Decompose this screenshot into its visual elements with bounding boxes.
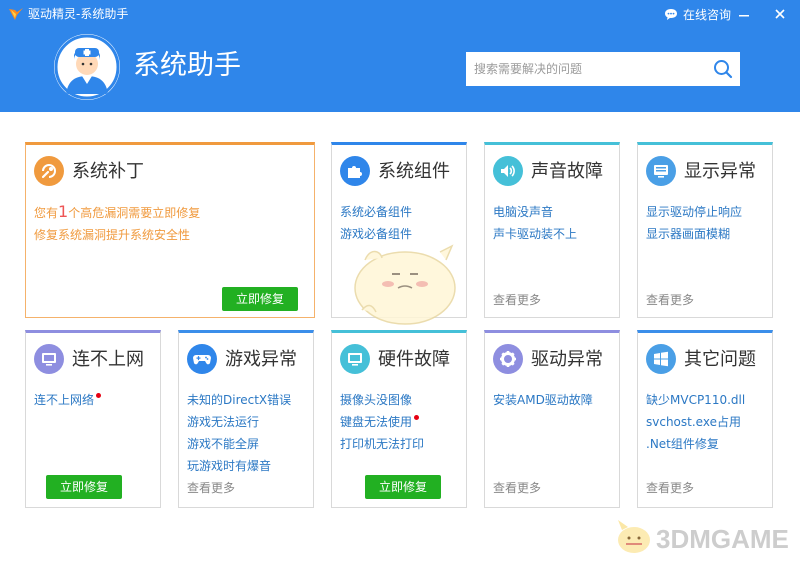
- card-title: 游戏异常: [225, 349, 297, 370]
- item-list: 显示驱动停止响应 显示器画面模糊: [646, 201, 742, 245]
- watermark: 3DMGAME: [612, 510, 800, 560]
- online-consult-link[interactable]: 在线咨询: [664, 6, 731, 22]
- card-hardware: 硬件故障 摄像头没图像 键盘无法使用 打印机无法打印 立即修复: [331, 330, 467, 508]
- search-icon: [714, 60, 733, 79]
- card-sound-fault: 声音故障 电脑没声音 声卡驱动装不上 查看更多: [484, 142, 620, 318]
- chat-bubble-icon: [665, 8, 677, 20]
- search-button[interactable]: [712, 58, 734, 80]
- card-display-fault: 显示异常 显示驱动停止响应 显示器画面模糊 查看更多: [637, 142, 773, 318]
- list-item[interactable]: 游戏不能全屏: [187, 433, 291, 455]
- list-item[interactable]: 未知的DirectX错误: [187, 389, 291, 411]
- speaker-icon: [493, 156, 523, 186]
- card-network: 连不上网 连不上网络 立即修复: [25, 330, 161, 508]
- gamepad-icon: [187, 344, 217, 374]
- search-box: [466, 52, 740, 86]
- list-item[interactable]: 游戏无法运行: [187, 411, 291, 433]
- online-consult-label: 在线咨询: [683, 7, 732, 22]
- close-icon: [775, 9, 785, 19]
- view-more-link[interactable]: 查看更多: [187, 479, 235, 496]
- card-title: 系统组件: [378, 161, 450, 182]
- list-item[interactable]: 安装AMD驱动故障: [493, 389, 593, 411]
- card-game: 游戏异常 未知的DirectX错误 游戏无法运行 游戏不能全屏 玩游戏时有爆音 …: [178, 330, 314, 508]
- patch-warning-text: 您有1个高危漏洞需要立即修复: [34, 202, 201, 221]
- hardware-icon: [340, 344, 370, 374]
- monitor-icon: [646, 156, 676, 186]
- card-title: 连不上网: [72, 349, 144, 370]
- computer-icon: [34, 344, 64, 374]
- watermark-text: 3DMGAME: [656, 524, 789, 554]
- page-title: 系统助手: [133, 50, 241, 81]
- alert-dot: [96, 393, 102, 398]
- list-item[interactable]: svchost.exe占用: [646, 411, 745, 433]
- list-item[interactable]: 键盘无法使用: [340, 411, 424, 433]
- fix-now-button[interactable]: 立即修复: [46, 475, 122, 499]
- doctor-avatar: [54, 34, 120, 100]
- list-item[interactable]: 缺少MVCP110.dll: [646, 389, 745, 411]
- item-list: 未知的DirectX错误 游戏无法运行 游戏不能全屏 玩游戏时有爆音: [187, 389, 291, 477]
- card-title: 显示异常: [684, 161, 756, 182]
- mascot-illustration: [340, 230, 470, 330]
- view-more-link[interactable]: 查看更多: [646, 479, 694, 496]
- alert-dot: [414, 415, 420, 420]
- fix-now-button[interactable]: 立即修复: [365, 475, 441, 499]
- header-banner: 驱动精灵-系统助手 在线咨询 系统助手: [0, 0, 800, 112]
- item-list: 安装AMD驱动故障: [493, 389, 593, 411]
- windows-icon: [646, 344, 676, 374]
- card-system-patch: 系统补丁 您有1个高危漏洞需要立即修复 修复系统漏洞提升系统安全性 立即修复: [25, 142, 315, 318]
- list-item[interactable]: 声卡驱动装不上: [493, 223, 577, 245]
- list-item[interactable]: 玩游戏时有爆音: [187, 455, 291, 477]
- fix-now-button[interactable]: 立即修复: [222, 287, 298, 311]
- list-item[interactable]: 连不上网络: [34, 389, 102, 411]
- item-list: 缺少MVCP110.dll svchost.exe占用 .Net组件修复: [646, 389, 745, 455]
- item-list: 连不上网络: [34, 389, 102, 411]
- app-logo-icon: [8, 6, 24, 22]
- vulnerability-count: 1: [58, 202, 69, 221]
- patch-description: 修复系统漏洞提升系统安全性: [34, 228, 191, 242]
- close-button[interactable]: [770, 4, 790, 24]
- patch-info: 您有1个高危漏洞需要立即修复 修复系统漏洞提升系统安全性: [34, 201, 200, 246]
- card-other: 其它问题 缺少MVCP110.dll svchost.exe占用 .Net组件修…: [637, 330, 773, 508]
- patch-icon: [34, 156, 64, 186]
- list-item[interactable]: 显示器画面模糊: [646, 223, 742, 245]
- item-list: 摄像头没图像 键盘无法使用 打印机无法打印: [340, 389, 424, 455]
- list-item[interactable]: 系统必备组件: [340, 201, 412, 223]
- card-title: 驱动异常: [531, 349, 603, 370]
- minimize-button[interactable]: [734, 4, 754, 24]
- list-item[interactable]: 摄像头没图像: [340, 389, 424, 411]
- view-more-link[interactable]: 查看更多: [646, 291, 694, 308]
- card-title: 其它问题: [684, 349, 756, 370]
- card-title: 系统补丁: [72, 161, 144, 182]
- title-bar: 驱动精灵-系统助手 在线咨询: [0, 0, 800, 28]
- card-driver: 驱动异常 安装AMD驱动故障 查看更多: [484, 330, 620, 508]
- list-item[interactable]: 打印机无法打印: [340, 433, 424, 455]
- mascot-bird-icon: [354, 244, 456, 325]
- list-item[interactable]: .Net组件修复: [646, 433, 745, 455]
- gear-icon: [493, 344, 523, 374]
- card-title: 硬件故障: [378, 349, 450, 370]
- doctor-icon: [54, 34, 120, 100]
- list-item[interactable]: 显示驱动停止响应: [646, 201, 742, 223]
- card-title: 声音故障: [531, 161, 603, 182]
- window-title: 驱动精灵-系统助手: [28, 7, 129, 21]
- view-more-link[interactable]: 查看更多: [493, 479, 541, 496]
- minimize-icon: [739, 15, 749, 17]
- search-input[interactable]: [466, 52, 702, 86]
- list-item[interactable]: 电脑没声音: [493, 201, 577, 223]
- view-more-link[interactable]: 查看更多: [493, 291, 541, 308]
- item-list: 电脑没声音 声卡驱动装不上: [493, 201, 577, 245]
- puzzle-icon: [340, 156, 370, 186]
